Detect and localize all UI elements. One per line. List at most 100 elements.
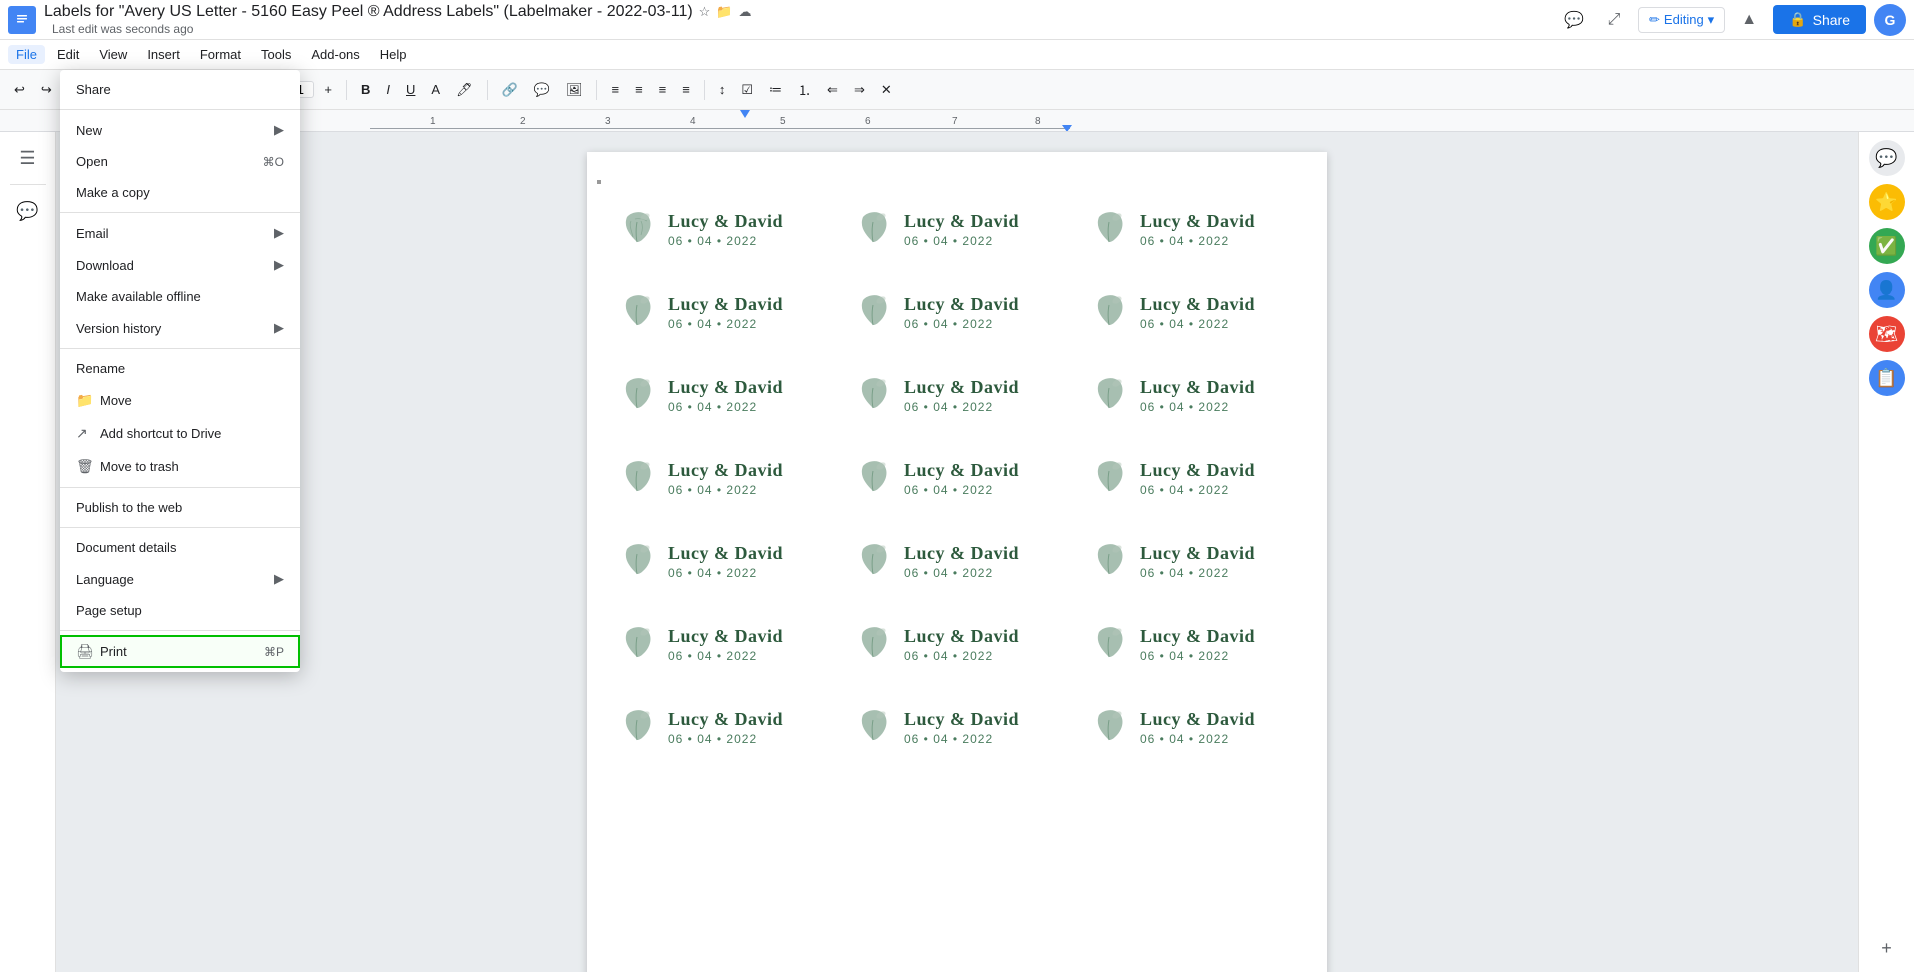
toolbar-separator-5 [487, 80, 488, 100]
label-date: 06 • 04 • 2022 [668, 566, 783, 580]
label-date: 06 • 04 • 2022 [904, 566, 1019, 580]
menu-item-publish[interactable]: Publish to the web [60, 492, 300, 523]
sidebar-maps-icon[interactable]: 🗺 [1869, 316, 1905, 352]
menu-format[interactable]: Format [192, 45, 249, 64]
cloud-icon[interactable]: ☁ [739, 4, 752, 20]
leaf-decoration-icon [1087, 207, 1132, 252]
toolbar-separator-7 [704, 80, 705, 100]
menu-insert[interactable]: Insert [139, 45, 188, 64]
menu-tools[interactable]: Tools [253, 45, 299, 64]
submenu-arrow-icon: ▶ [274, 122, 284, 138]
menu-item-language[interactable]: Language ▶ [60, 563, 300, 595]
menu-edit[interactable]: Edit [49, 45, 87, 64]
checklist-button[interactable]: ☑ [735, 79, 759, 101]
details-label: Document details [76, 540, 176, 555]
label-name: Lucy & David [668, 377, 783, 398]
menu-view[interactable]: View [91, 45, 135, 64]
menu-item-share[interactable]: Share [60, 74, 300, 105]
label-name: Lucy & David [1140, 294, 1255, 315]
toolbar-separator-6 [596, 80, 597, 100]
sidebar-comments-icon[interactable]: 💬 [10, 193, 46, 229]
menu-item-print[interactable]: 🖨 Print ⌘P [60, 635, 300, 668]
comment-toolbar-button[interactable]: 💬 [528, 79, 556, 101]
sidebar-notes-icon[interactable]: ⭐ [1869, 184, 1905, 220]
menu-addons[interactable]: Add-ons [303, 45, 367, 64]
menu-item-shortcut[interactable]: ↗ Add shortcut to Drive [60, 417, 300, 450]
text-color-button[interactable]: A [425, 79, 446, 100]
align-left-button[interactable]: ≡ [605, 79, 625, 100]
doc-area[interactable]: Lucy & David 06 • 04 • 2022 Lucy & David [56, 132, 1858, 972]
label-text: Lucy & David 06 • 04 • 2022 [904, 709, 1019, 746]
sidebar-outline-icon[interactable]: ☰ [10, 140, 46, 176]
image-button[interactable]: 🖼 [560, 79, 589, 101]
align-right-button[interactable]: ≡ [653, 79, 673, 100]
align-center-button[interactable]: ≡ [629, 79, 649, 100]
label-item: Lucy & David 06 • 04 • 2022 [843, 192, 1071, 267]
undo-button[interactable]: ↩ [8, 79, 31, 101]
line-spacing-button[interactable]: ↕ [713, 79, 732, 100]
label-text: Lucy & David 06 • 04 • 2022 [1140, 377, 1255, 414]
present-icon[interactable]: ⤢ [1598, 4, 1630, 36]
collapse-icon[interactable]: ▲ [1733, 4, 1765, 36]
label-item: Lucy & David 06 • 04 • 2022 [843, 275, 1071, 350]
highlight-button[interactable]: 🖊 [450, 79, 479, 101]
bold-button[interactable]: B [355, 79, 376, 100]
bullet-list-button[interactable]: ≔ [763, 79, 788, 101]
label-name: Lucy & David [1140, 709, 1255, 730]
italic-button[interactable]: I [380, 79, 396, 100]
menu-item-make-copy[interactable]: Make a copy [60, 177, 300, 208]
star-icon[interactable]: ☆ [699, 4, 711, 20]
menu-item-details[interactable]: Document details [60, 532, 300, 563]
share-button[interactable]: 🔒 Share [1773, 5, 1866, 34]
sidebar-tasks-icon[interactable]: ✅ [1869, 228, 1905, 264]
menu-item-download[interactable]: Download ▶ [60, 249, 300, 281]
top-icons: 💬 ⤢ ✏ Editing ▾ ▲ 🔒 Share G [1558, 4, 1906, 36]
label-name: Lucy & David [904, 211, 1019, 232]
language-label: Language [76, 572, 134, 587]
menu-separator-3 [60, 348, 300, 349]
menu-item-offline[interactable]: Make available offline [60, 281, 300, 312]
avatar[interactable]: G [1874, 4, 1906, 36]
indent-button[interactable]: ⇒ [848, 79, 871, 101]
label-text: Lucy & David 06 • 04 • 2022 [1140, 211, 1255, 248]
outdent-button[interactable]: ⇐ [821, 79, 844, 101]
menu-item-rename[interactable]: Rename [60, 353, 300, 384]
menu-help[interactable]: Help [372, 45, 415, 64]
label-date: 06 • 04 • 2022 [668, 317, 783, 331]
justify-button[interactable]: ≡ [676, 79, 696, 100]
doc-title-area: Labels for "Avery US Letter - 5160 Easy … [44, 3, 1558, 36]
redo-button[interactable]: ↪ [35, 79, 58, 101]
menu-item-email[interactable]: Email ▶ [60, 217, 300, 249]
menu-item-open[interactable]: Open ⌘O [60, 146, 300, 177]
label-item: Lucy & David 06 • 04 • 2022 [1079, 275, 1307, 350]
sidebar-contacts-icon[interactable]: 👤 [1869, 272, 1905, 308]
menu-item-page-setup[interactable]: Page setup [60, 595, 300, 626]
sidebar-apps-icon[interactable]: 📋 [1869, 360, 1905, 396]
sidebar-chat-icon[interactable]: 💬 [1869, 140, 1905, 176]
underline-button[interactable]: U [400, 79, 421, 100]
sidebar-expand-button[interactable]: + [1871, 932, 1903, 964]
label-name: Lucy & David [1140, 460, 1255, 481]
link-button[interactable]: 🔗 [496, 79, 524, 101]
label-name: Lucy & David [1140, 626, 1255, 647]
font-size-increase-button[interactable]: + [318, 79, 338, 100]
editing-mode-button[interactable]: ✏ Editing ▾ [1638, 7, 1725, 33]
clear-format-button[interactable]: ✕ [875, 79, 898, 101]
menu-item-version[interactable]: Version history ▶ [60, 312, 300, 344]
left-sidebar: ☰ 💬 1 2 3 4 5 6 [0, 132, 56, 972]
label-text: Lucy & David 06 • 04 • 2022 [904, 294, 1019, 331]
menu-item-new[interactable]: New ▶ [60, 114, 300, 146]
numbered-list-button[interactable]: ⒈ [792, 77, 817, 102]
menu-file[interactable]: File [8, 45, 45, 64]
download-label: Download [76, 258, 134, 273]
comment-icon[interactable]: 💬 [1558, 4, 1590, 36]
folder-icon[interactable]: 📁 [716, 4, 732, 20]
label-item: Lucy & David 06 • 04 • 2022 [843, 524, 1071, 599]
label-date: 06 • 04 • 2022 [904, 317, 1019, 331]
leaf-decoration-icon [851, 705, 896, 750]
label-item: Lucy & David 06 • 04 • 2022 [1079, 358, 1307, 433]
menu-item-trash[interactable]: 🗑 Move to trash [60, 450, 300, 483]
menu-item-move[interactable]: 📁 Move [60, 384, 300, 417]
label-text: Lucy & David 06 • 04 • 2022 [904, 543, 1019, 580]
label-name: Lucy & David [668, 543, 783, 564]
